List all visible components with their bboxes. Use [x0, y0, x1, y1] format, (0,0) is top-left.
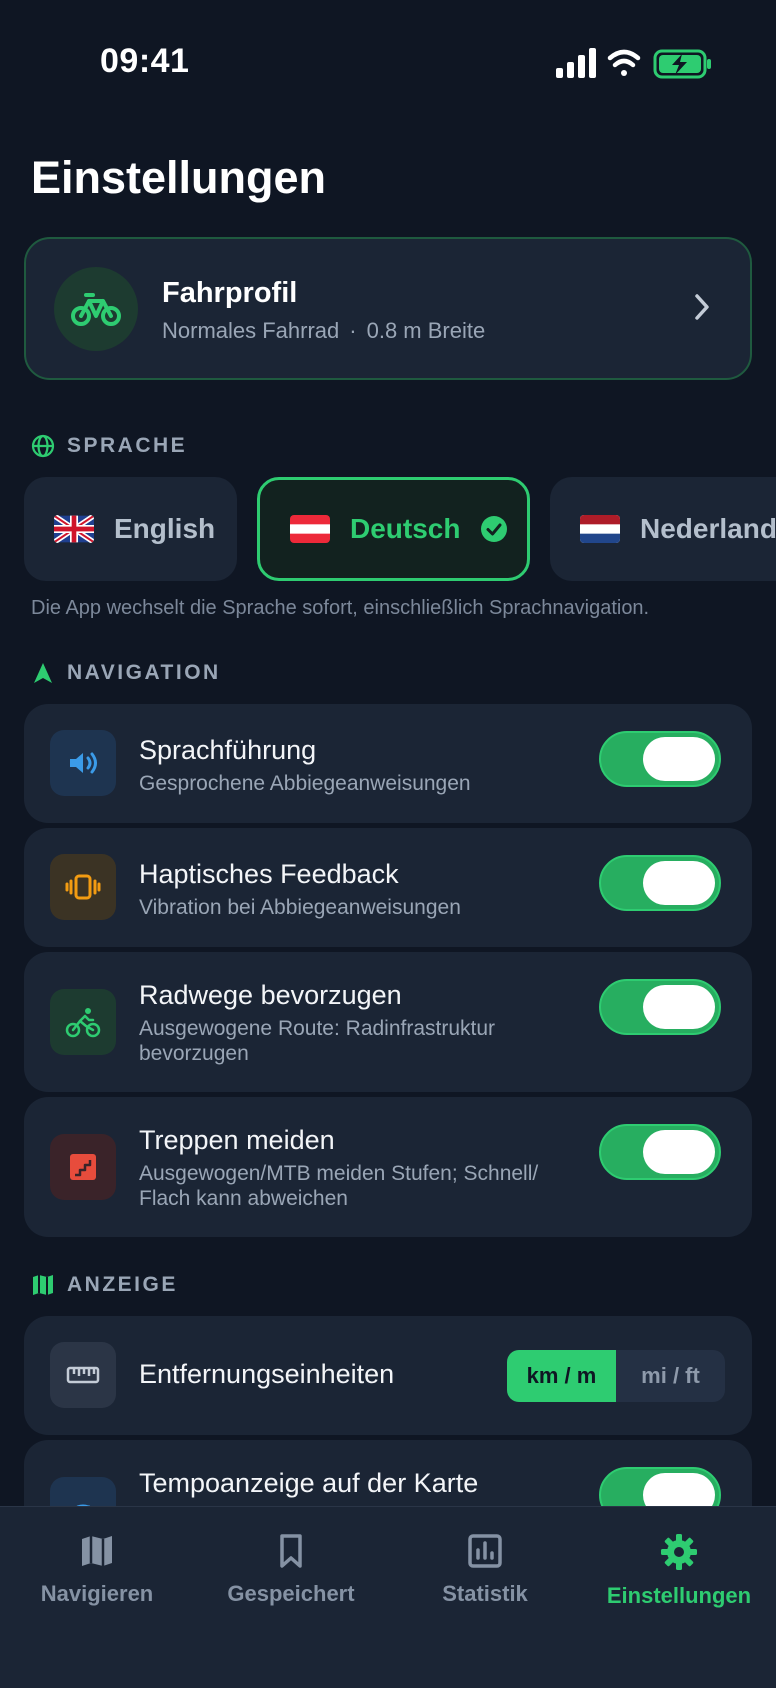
setting-row-prefer-bike-lanes: Radwege bevorzugen Ausgewogene Route: Ra… [24, 952, 752, 1092]
status-time: 09:41 [100, 42, 190, 80]
language-label-nederlands: Nederlands [640, 513, 776, 544]
tab-label: Statistik [442, 1581, 528, 1606]
battery-charging-icon [653, 49, 711, 79]
map-icon [82, 1536, 112, 1566]
tab-navigate[interactable]: Navigieren [0, 1533, 194, 1607]
avoid-stairs-toggle[interactable] [599, 1124, 721, 1180]
cyclist-icon [50, 989, 116, 1055]
speaker-icon [50, 730, 116, 796]
language-option-deutsch[interactable]: Deutsch [257, 477, 530, 581]
language-option-nederlands[interactable]: Nederlands [550, 477, 776, 581]
setting-subtitle: Ausgewogen/MTB meiden Stufen; Schnell/ F… [139, 1162, 539, 1210]
language-label-deutsch: Deutsch [350, 513, 461, 544]
uk-flag-icon [54, 515, 94, 543]
tab-statistics[interactable]: Statistik [388, 1533, 582, 1607]
language-note: Die App wechselt die Sprache sofort, ein… [31, 597, 650, 619]
section-label-display: ANZEIGE [67, 1273, 178, 1296]
profile-card[interactable]: Fahrprofil Normales Fahrrad · 0.8 m Breite [24, 237, 752, 380]
setting-subtitle: Gesprochene Abbiegeanweisungen [139, 772, 471, 795]
language-option-english[interactable]: English [24, 477, 237, 581]
tab-label: Navigieren [40, 1581, 154, 1606]
setting-row-voice-guidance: Sprachführung Gesprochene Abbiegeanweisu… [24, 704, 752, 823]
globe-icon [31, 434, 55, 458]
section-header-navigation: NAVIGATION [31, 661, 221, 685]
bottom-tab-bar: Navigieren Gespeichert Statistik Einstel… [0, 1506, 776, 1688]
setting-title: Radwege bevorzugen [139, 980, 402, 1010]
netherlands-flag-icon [580, 515, 620, 543]
profile-type: Normales Fahrrad [162, 318, 340, 343]
setting-title: Treppen meiden [139, 1125, 335, 1155]
prefer-bike-lanes-toggle[interactable] [599, 979, 721, 1035]
setting-subtitle: Ausgewogene Route: Radinfrastruktur bevo… [139, 1017, 496, 1065]
chevron-right-icon [692, 291, 712, 328]
profile-title: Fahrprofil [162, 277, 298, 309]
tab-saved[interactable]: Gespeichert [194, 1533, 388, 1607]
language-label-english: English [114, 513, 216, 544]
page-title: Einstellungen [31, 152, 327, 203]
profile-separator: · [349, 318, 357, 343]
section-header-display: ANZEIGE [31, 1273, 178, 1297]
setting-title: Sprachführung [139, 735, 317, 765]
distance-units-segmented: km / m mi / ft [507, 1350, 725, 1402]
section-label-navigation: NAVIGATION [67, 661, 221, 684]
setting-row-distance-units: Entfernungseinheiten km / m mi / ft [24, 1316, 752, 1435]
setting-row-avoid-stairs: Treppen meiden Ausgewogen/MTB meiden Stu… [24, 1097, 752, 1237]
ruler-icon [50, 1342, 116, 1408]
bar-chart-icon [468, 1534, 502, 1568]
setting-title: Entfernungseinheiten [139, 1359, 395, 1389]
profile-subtitle: Normales Fahrrad · 0.8 m Breite [162, 318, 485, 344]
signal-icon [556, 48, 596, 78]
wifi-icon [607, 49, 641, 76]
tab-label: Gespeichert [227, 1581, 355, 1606]
tab-settings[interactable]: Einstellungen [582, 1533, 776, 1609]
section-header-language: SPRACHE [31, 434, 187, 458]
gear-icon [661, 1534, 697, 1570]
austria-flag-icon [290, 515, 330, 543]
check-circle-icon [481, 516, 508, 542]
section-label-language: SPRACHE [67, 434, 188, 457]
status-icons [554, 46, 714, 82]
setting-title: Tempoanzeige auf der Karte [139, 1468, 479, 1498]
tab-label: Einstellungen [606, 1583, 752, 1608]
bookmark-icon [280, 1534, 302, 1568]
navigation-arrow-icon [34, 663, 52, 683]
setting-row-haptic-feedback: Haptisches Feedback Vibration bei Abbieg… [24, 828, 752, 947]
bicycle-icon [54, 267, 138, 351]
haptic-feedback-toggle[interactable] [599, 855, 721, 911]
profile-width: 0.8 m Breite [366, 318, 486, 343]
setting-subtitle: Vibration bei Abbiegeanweisungen [139, 896, 461, 919]
voice-guidance-toggle[interactable] [599, 731, 721, 787]
setting-title: Haptisches Feedback [139, 859, 399, 889]
map-icon [33, 1275, 53, 1295]
unit-option-mi[interactable]: mi / ft [616, 1350, 725, 1402]
unit-option-km[interactable]: km / m [507, 1350, 616, 1402]
stairs-icon [50, 1134, 116, 1200]
vibration-icon [50, 854, 116, 920]
